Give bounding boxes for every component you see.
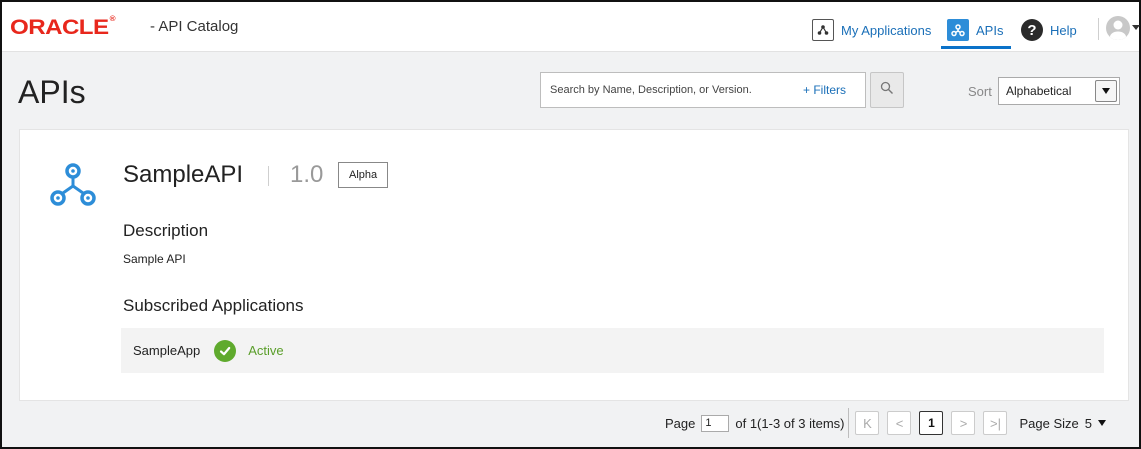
search-box: + Filters xyxy=(540,72,866,108)
nav-help-label: Help xyxy=(1050,22,1077,38)
nav-my-applications-label: My Applications xyxy=(841,22,932,38)
api-name[interactable]: SampleAPI xyxy=(123,161,243,189)
sort-dropdown-button[interactable] xyxy=(1095,80,1117,102)
pagination: Page 1 of 1(1-3 of 3 items) K < 1 > >| P… xyxy=(665,408,1106,438)
subscribed-app-name[interactable]: SampleApp xyxy=(133,343,200,358)
page-1-button[interactable]: 1 xyxy=(919,411,944,435)
page-label: Page xyxy=(665,415,696,431)
first-page-button[interactable]: K xyxy=(855,411,880,435)
caret-down-icon xyxy=(1097,420,1106,426)
api-nav-icon xyxy=(947,19,969,41)
api-card: SampleAPI 1.0 Alpha Description Sample A… xyxy=(19,129,1129,401)
page-number-input[interactable]: 1 xyxy=(701,414,730,432)
description-heading: Description xyxy=(123,221,209,240)
oracle-logo[interactable]: ORACLE® xyxy=(10,16,116,40)
title-divider xyxy=(268,166,269,186)
api-icon xyxy=(49,160,97,215)
user-avatar-icon[interactable] xyxy=(1106,16,1130,40)
header-divider xyxy=(1098,18,1099,40)
logo-text: ORACLE xyxy=(10,16,109,39)
nav-apis[interactable]: APIs xyxy=(947,15,1003,45)
api-description: Sample API xyxy=(123,252,186,266)
page-size-label: Page Size xyxy=(1019,415,1079,431)
help-icon: ? xyxy=(1021,19,1043,41)
logo-trademark: ® xyxy=(109,16,116,23)
filters-link[interactable]: + Filters xyxy=(803,83,846,97)
api-version: 1.0 xyxy=(290,161,324,188)
nav-apis-label: APIs xyxy=(976,22,1004,38)
page-title: APIs xyxy=(18,74,86,110)
check-icon xyxy=(214,339,237,362)
user-menu-caret-icon[interactable] xyxy=(1132,25,1140,30)
sort-dropdown[interactable]: Alphabetical xyxy=(998,77,1120,105)
top-bar: ORACLE® - API Catalog My Applications AP… xyxy=(2,2,1140,52)
search-input[interactable] xyxy=(541,84,791,96)
active-tab-indicator xyxy=(941,46,1011,49)
subscribed-applications-heading: Subscribed Applications xyxy=(123,296,304,315)
nav-help[interactable]: ? Help xyxy=(1021,15,1077,45)
search-icon xyxy=(880,81,894,100)
next-page-button[interactable]: > xyxy=(951,411,976,435)
page-size-selector[interactable]: Page Size 5 xyxy=(1019,416,1106,431)
api-state-badge: Alpha xyxy=(338,162,389,188)
subscription-row: SampleApp Active xyxy=(121,328,1104,373)
search-button[interactable] xyxy=(870,72,904,108)
last-page-button[interactable]: >| xyxy=(983,411,1008,435)
app-window: ORACLE® - API Catalog My Applications AP… xyxy=(0,0,1141,449)
page-size-value: 5 xyxy=(1084,415,1092,431)
nav-my-applications[interactable]: My Applications xyxy=(812,15,931,45)
previous-page-button[interactable]: < xyxy=(887,411,912,435)
pager-divider xyxy=(848,408,850,438)
page-range-text: of 1(1-3 of 3 items) xyxy=(735,415,845,431)
chevron-down-icon xyxy=(1102,88,1110,94)
sort-selected-value: Alphabetical xyxy=(1006,84,1072,98)
applications-icon xyxy=(812,19,834,41)
sort-label: Sort xyxy=(968,84,992,99)
subscription-status: Active xyxy=(248,343,284,358)
app-title: - API Catalog xyxy=(150,18,239,35)
